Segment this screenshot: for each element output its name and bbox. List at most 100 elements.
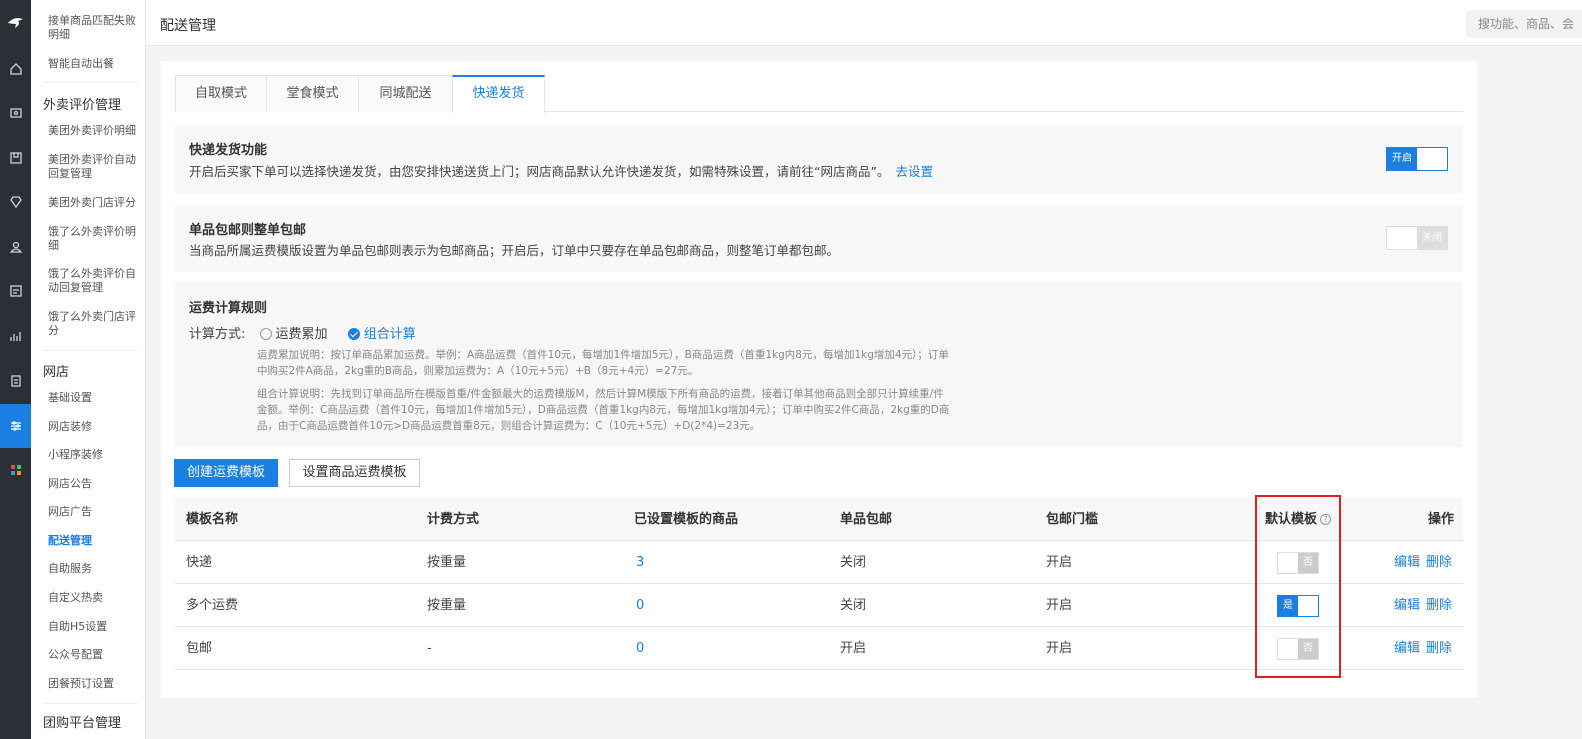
express-desc-text: 开启后买家下单可以选择快递发货，由您安排快递送货上门；网店商品默认允许快递发货，… bbox=[189, 164, 890, 179]
sidebar-group-groupbuy[interactable]: 团购平台管理 bbox=[43, 712, 121, 731]
sidebar-item-meituan-review[interactable]: 美团外卖评价明细 bbox=[48, 124, 140, 138]
express-section: 快递发货功能 开启后买家下单可以选择快递发货，由您安排快递送货上门；网店商品默认… bbox=[175, 125, 1463, 193]
single-free-toggle[interactable]: 关闭 bbox=[1386, 226, 1448, 250]
sidebar-item-basic[interactable]: 基础设置 bbox=[48, 391, 140, 405]
cell-goods-count[interactable]: 0 bbox=[636, 584, 644, 627]
apps-icon[interactable] bbox=[0, 458, 31, 482]
cell-goods-count[interactable]: 3 bbox=[636, 541, 644, 584]
sidebar-divider bbox=[43, 703, 138, 704]
diamond-icon[interactable] bbox=[0, 190, 31, 214]
sidebar-item-auto-serve[interactable]: 智能自动出餐 bbox=[48, 57, 140, 71]
single-free-title: 单品包邮则整单包邮 bbox=[189, 223, 307, 238]
express-desc: 开启后买家下单可以选择快递发货，由您安排快递送货上门；网店商品默认允许快递发货，… bbox=[189, 161, 933, 180]
mode-tabs: 自取模式 堂食模式 同城配送 快递发货 bbox=[175, 75, 1463, 113]
shop-icon[interactable] bbox=[0, 101, 31, 125]
sidebar-item-ads[interactable]: 网店广告 bbox=[48, 505, 140, 519]
sidebar-item-meituan-score[interactable]: 美团外卖门店评分 bbox=[48, 196, 140, 210]
single-free-section: 单品包邮则整单包邮 当商品所属运费模版设置为单品包邮则表示为包邮商品；开启后，订… bbox=[175, 205, 1463, 272]
col-single-free: 单品包邮 bbox=[840, 512, 893, 527]
note-line: 品，由于C商品运费首件10元>D商品运费首重8元，则组合计算运费为：C（10元+… bbox=[257, 420, 761, 432]
chart-icon[interactable] bbox=[0, 324, 31, 348]
note-line: 金额。举例：C商品运费（首件10元，每增加1件增加5元），D商品运费（首重1kg… bbox=[257, 404, 950, 416]
sidebar-item-delivery[interactable]: 配送管理 bbox=[48, 534, 140, 548]
single-free-desc: 当商品所属运费模版设置为单品包邮则表示为包邮商品；开启后，订单中只要存在单品包邮… bbox=[189, 243, 840, 258]
cell-single-free: 开启 bbox=[840, 641, 867, 656]
page-title: 配送管理 bbox=[160, 18, 216, 34]
go-settings-link[interactable]: 去设置 bbox=[895, 164, 933, 179]
method-label: 计算方式: bbox=[189, 327, 246, 342]
radio-combine-label[interactable]: 组合计算 bbox=[364, 327, 416, 342]
sidebar-item-match-fail[interactable]: 接单商品匹配失败明细 bbox=[48, 14, 140, 42]
delete-link[interactable]: 删除 bbox=[1426, 641, 1452, 656]
cell-method: 按重量 bbox=[427, 598, 467, 613]
delete-link[interactable]: 删除 bbox=[1426, 555, 1452, 570]
brand-logo-icon[interactable] bbox=[0, 6, 31, 40]
sidebar-item-wechat[interactable]: 公众号配置 bbox=[48, 648, 140, 662]
cell-name: 多个运费 bbox=[186, 598, 239, 613]
cell-single-free: 关闭 bbox=[840, 555, 867, 570]
delete-link[interactable]: 删除 bbox=[1426, 598, 1452, 613]
toggle-label: 关闭 bbox=[1417, 227, 1447, 249]
cell-single-free: 关闭 bbox=[840, 598, 867, 613]
sidebar-divider bbox=[43, 350, 138, 351]
set-goods-template-button[interactable]: 设置商品运费模板 bbox=[289, 459, 420, 487]
note-line: 中购买2件A商品，2kg重的B商品，则累加运费为：A（10元+5元）+B（8元+… bbox=[257, 365, 699, 377]
express-title: 快递发货功能 bbox=[189, 143, 268, 158]
radio-accumulate[interactable] bbox=[259, 328, 272, 340]
sidebar-item-hot[interactable]: 自定义热卖 bbox=[48, 591, 140, 605]
sidebar-item-eleme-autoreply[interactable]: 饿了么外卖评价自动回复管理 bbox=[48, 267, 140, 295]
radio-combine[interactable] bbox=[347, 328, 360, 340]
note-combine: 组合计算说明：先找到订单商品所在模版首重/件金额最大的运费模版M，然后计算M模版… bbox=[257, 386, 977, 434]
highlight-box bbox=[1255, 495, 1341, 678]
tab-local-delivery[interactable]: 同城配送 bbox=[358, 75, 453, 112]
home-icon[interactable] bbox=[0, 57, 31, 81]
sidebar-group-shop[interactable]: 网店 bbox=[43, 361, 69, 380]
freight-rules-section: 运费计算规则 计算方式: 运费累加 组合计算 运费累加说明：按订单商品累加运费。… bbox=[175, 282, 1463, 447]
sidebar-item-self-service[interactable]: 自助服务 bbox=[48, 562, 140, 576]
sidebar-item-miniapp[interactable]: 小程序装修 bbox=[48, 448, 140, 462]
sidebar-divider bbox=[43, 82, 138, 83]
col-name: 模板名称 bbox=[186, 512, 239, 527]
cell-actions: 编辑 删除 bbox=[1394, 584, 1458, 627]
sliders-icon[interactable] bbox=[0, 404, 31, 448]
edit-link[interactable]: 编辑 bbox=[1394, 555, 1420, 570]
tab-pickup[interactable]: 自取模式 bbox=[175, 75, 267, 112]
tab-express[interactable]: 快递发货 bbox=[452, 75, 545, 113]
card-icon[interactable] bbox=[0, 279, 31, 303]
col-goods: 已设置模板的商品 bbox=[634, 512, 739, 527]
edit-link[interactable]: 编辑 bbox=[1394, 598, 1420, 613]
note-accumulate: 运费累加说明：按订单商品累加运费。举例：A商品运费（首件10元，每增加1件增加5… bbox=[257, 347, 977, 379]
cell-actions: 编辑 删除 bbox=[1394, 541, 1458, 584]
tab-dine-in[interactable]: 堂食模式 bbox=[266, 75, 359, 112]
cell-name: 包邮 bbox=[186, 641, 213, 656]
cell-goods-count[interactable]: 0 bbox=[636, 627, 644, 670]
topbar: 配送管理 搜功能、商品、会 bbox=[146, 0, 1582, 46]
sidebar: 接单商品匹配失败明细 智能自动出餐 外卖评价管理 美团外卖评价明细 美团外卖评价… bbox=[31, 0, 146, 739]
people-icon[interactable] bbox=[0, 235, 31, 259]
sidebar-item-meituan-autoreply[interactable]: 美团外卖评价自动回复管理 bbox=[48, 153, 140, 181]
create-template-button[interactable]: 创建运费模板 bbox=[174, 459, 278, 487]
cell-actions: 编辑 删除 bbox=[1394, 627, 1458, 670]
col-actions: 操作 bbox=[1428, 512, 1455, 527]
sidebar-item-notice[interactable]: 网店公告 bbox=[48, 477, 140, 491]
rules-title: 运费计算规则 bbox=[189, 301, 268, 316]
sidebar-item-decor[interactable]: 网店装修 bbox=[48, 420, 140, 434]
cell-method: - bbox=[427, 641, 432, 656]
bag-icon[interactable] bbox=[0, 146, 31, 170]
note-line: 组合计算说明：先找到订单商品所在模版首重/件金额最大的运费模版M，然后计算M模版… bbox=[257, 388, 944, 400]
sidebar-item-eleme-score[interactable]: 饿了么外卖门店评分 bbox=[48, 310, 140, 338]
toggle-label: 开启 bbox=[1387, 148, 1417, 170]
edit-link[interactable]: 编辑 bbox=[1394, 641, 1420, 656]
sidebar-item-group-meal[interactable]: 团餐预订设置 bbox=[48, 677, 140, 691]
sidebar-group-reviews[interactable]: 外卖评价管理 bbox=[43, 94, 121, 113]
sidebar-item-h5[interactable]: 自助H5设置 bbox=[48, 620, 140, 634]
sidebar-item-eleme-review[interactable]: 饿了么外卖评价明细 bbox=[48, 225, 140, 253]
cell-threshold: 开启 bbox=[1046, 641, 1073, 656]
doc-icon[interactable] bbox=[0, 369, 31, 393]
express-toggle[interactable]: 开启 bbox=[1386, 147, 1448, 171]
col-threshold: 包邮门槛 bbox=[1046, 512, 1099, 527]
icon-rail bbox=[0, 0, 31, 739]
radio-accumulate-label[interactable]: 运费累加 bbox=[276, 327, 328, 342]
search-input[interactable]: 搜功能、商品、会 bbox=[1466, 10, 1582, 38]
cell-method: 按重量 bbox=[427, 555, 467, 570]
